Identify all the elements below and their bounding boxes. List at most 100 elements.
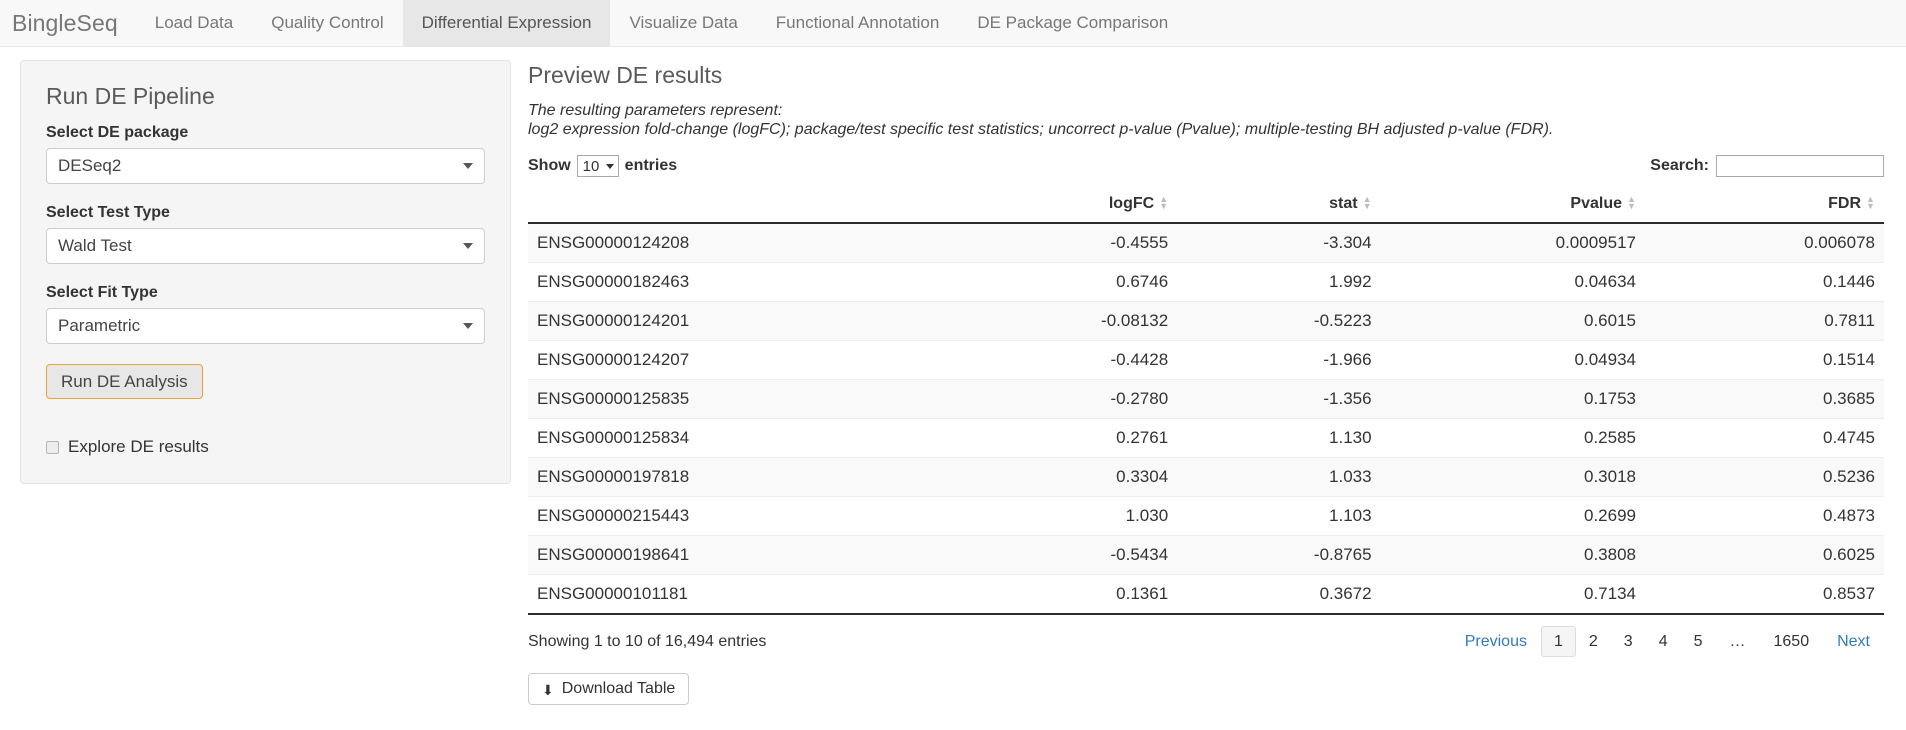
page-length-select[interactable]: 10 bbox=[576, 155, 619, 177]
pagination: Previous 1 2 3 4 5 … 1650 Next bbox=[1451, 626, 1884, 657]
column-header-pvalue[interactable]: Pvalue ▲ ▼ bbox=[1380, 188, 1645, 224]
explore-de-results-row[interactable]: Explore DE results bbox=[46, 437, 485, 457]
chevron-down-icon bbox=[463, 323, 473, 329]
cell-logfc: -0.2780 bbox=[948, 379, 1178, 419]
pagination-page-3[interactable]: 3 bbox=[1611, 626, 1646, 657]
select-fit-type[interactable]: Parametric bbox=[46, 308, 485, 344]
download-table-button[interactable]: ⬇ Download Table bbox=[528, 673, 690, 705]
cell-pvalue: 0.7134 bbox=[1380, 574, 1645, 615]
cell-stat: -0.8765 bbox=[1177, 535, 1381, 575]
search-input[interactable] bbox=[1716, 155, 1884, 177]
label-select-de-package: Select DE package bbox=[46, 124, 189, 141]
sort-icon: ▲ ▼ bbox=[1627, 193, 1636, 211]
table-head: logFC ▲ ▼ stat ▲ ▼ Pvalue ▲ ▼ FDR ▲ ▼ bbox=[528, 188, 1884, 224]
select-test-type[interactable]: Wald Test bbox=[46, 228, 485, 264]
pagination-page-last[interactable]: 1650 bbox=[1760, 626, 1824, 657]
page-length-control: Show 10 entries bbox=[528, 155, 677, 177]
pagination-page-5[interactable]: 5 bbox=[1681, 626, 1716, 657]
pagination-page-1[interactable]: 1 bbox=[1540, 626, 1576, 657]
cell-pvalue: 0.2699 bbox=[1380, 496, 1645, 536]
nav-item-visualize-data[interactable]: Visualize Data bbox=[610, 0, 756, 46]
description-line-2: log2 expression fold-change (logFC); pac… bbox=[528, 121, 1554, 138]
pagination-page-4[interactable]: 4 bbox=[1646, 626, 1681, 657]
column-header-gene[interactable] bbox=[528, 188, 949, 224]
cell-pvalue: 0.3018 bbox=[1380, 457, 1645, 497]
results-description: The resulting parameters represent: log2… bbox=[528, 101, 1884, 139]
select-de-package-value: DESeq2 bbox=[58, 156, 122, 175]
preview-de-results-section: Preview DE results The resulting paramet… bbox=[511, 60, 1906, 705]
cell-logfc: -0.5434 bbox=[948, 535, 1178, 575]
cell-pvalue: 0.6015 bbox=[1380, 301, 1645, 341]
pagination-next[interactable]: Next bbox=[1823, 626, 1884, 657]
table-row[interactable]: ENSG00000198641 -0.5434 -0.8765 0.3808 0… bbox=[528, 535, 1884, 575]
select-test-type-value: Wald Test bbox=[58, 236, 132, 255]
table-info: Showing 1 to 10 of 16,494 entries bbox=[528, 632, 767, 650]
explore-de-results-label: Explore DE results bbox=[68, 437, 209, 456]
cell-fdr: 0.7811 bbox=[1645, 301, 1884, 341]
nav-item-load-data[interactable]: Load Data bbox=[136, 0, 252, 46]
column-header-stat[interactable]: stat ▲ ▼ bbox=[1177, 188, 1381, 224]
panel-title: Run DE Pipeline bbox=[46, 83, 215, 109]
table-row[interactable]: ENSG00000182463 0.6746 1.992 0.04634 0.1… bbox=[528, 262, 1884, 302]
table-row[interactable]: ENSG00000197818 0.3304 1.033 0.3018 0.52… bbox=[528, 457, 1884, 497]
cell-stat: 1.033 bbox=[1177, 457, 1381, 497]
cell-fdr: 0.4745 bbox=[1645, 418, 1884, 458]
cell-gene: ENSG00000197818 bbox=[528, 457, 949, 497]
table-footer: Showing 1 to 10 of 16,494 entries Previo… bbox=[528, 615, 1884, 657]
cell-stat: 1.130 bbox=[1177, 418, 1381, 458]
download-icon: ⬇ bbox=[542, 682, 554, 698]
run-de-pipeline-panel: Run DE Pipeline Select DE package DESeq2… bbox=[20, 60, 511, 484]
cell-logfc: 0.2761 bbox=[948, 418, 1178, 458]
cell-logfc: 0.1361 bbox=[948, 574, 1178, 615]
table-search-control: Search: bbox=[1650, 155, 1884, 177]
cell-fdr: 0.1446 bbox=[1645, 262, 1884, 302]
nav-item-quality-control[interactable]: Quality Control bbox=[252, 0, 402, 46]
cell-logfc: 0.6746 bbox=[948, 262, 1178, 302]
page-body: Run DE Pipeline Select DE package DESeq2… bbox=[0, 47, 1906, 705]
column-header-logfc-label: logFC bbox=[1108, 195, 1155, 212]
table-row[interactable]: ENSG00000124208 -0.4555 -3.304 0.0009517… bbox=[528, 223, 1884, 263]
table-row[interactable]: ENSG00000125835 -0.2780 -1.356 0.1753 0.… bbox=[528, 379, 1884, 419]
cell-fdr: 0.006078 bbox=[1645, 223, 1884, 263]
de-results-table: logFC ▲ ▼ stat ▲ ▼ Pvalue ▲ ▼ FDR ▲ ▼ ENSG000001… bbox=[528, 188, 1884, 615]
column-header-logfc[interactable]: logFC ▲ ▼ bbox=[948, 188, 1178, 224]
explore-de-results-checkbox[interactable] bbox=[46, 440, 59, 454]
top-navbar: BingleSeq Load Data Quality Control Diff… bbox=[0, 0, 1906, 47]
pagination-previous[interactable]: Previous bbox=[1451, 626, 1541, 657]
cell-logfc: -0.4555 bbox=[948, 223, 1178, 263]
nav-item-de-package-comparison[interactable]: DE Package Comparison bbox=[958, 0, 1187, 46]
table-row[interactable]: ENSG00000101181 0.1361 0.3672 0.7134 0.8… bbox=[528, 574, 1884, 615]
cell-gene: ENSG00000124201 bbox=[528, 301, 949, 341]
pagination-page-2[interactable]: 2 bbox=[1576, 626, 1611, 657]
label-select-test-type: Select Test Type bbox=[46, 204, 170, 221]
app-brand[interactable]: BingleSeq bbox=[0, 0, 136, 46]
run-de-analysis-button[interactable]: Run DE Analysis bbox=[46, 364, 203, 399]
table-row[interactable]: ENSG00000125834 0.2761 1.130 0.2585 0.47… bbox=[528, 418, 1884, 458]
page-title: Preview DE results bbox=[528, 62, 723, 88]
table-row[interactable]: ENSG00000124201 -0.08132 -0.5223 0.6015 … bbox=[528, 301, 1884, 341]
table-row[interactable]: ENSG00000215443 1.030 1.103 0.2699 0.487… bbox=[528, 496, 1884, 536]
select-fit-type-value: Parametric bbox=[58, 316, 141, 335]
table-controls: Show 10 entries Search: bbox=[528, 155, 1884, 177]
column-header-fdr[interactable]: FDR ▲ ▼ bbox=[1645, 188, 1884, 224]
column-header-pvalue-label: Pvalue bbox=[1570, 195, 1622, 212]
cell-pvalue: 0.04934 bbox=[1380, 340, 1645, 380]
chevron-down-icon bbox=[605, 164, 614, 169]
cell-gene: ENSG00000124207 bbox=[528, 340, 949, 380]
cell-pvalue: 0.04634 bbox=[1380, 262, 1645, 302]
cell-logfc: -0.4428 bbox=[948, 340, 1178, 380]
nav-item-differential-expression[interactable]: Differential Expression bbox=[402, 0, 611, 46]
description-line-1: The resulting parameters represent: bbox=[528, 102, 783, 119]
cell-pvalue: 0.3808 bbox=[1380, 535, 1645, 575]
show-label: Show bbox=[528, 157, 571, 174]
cell-stat: -3.304 bbox=[1177, 223, 1381, 263]
nav-item-functional-annotation[interactable]: Functional Annotation bbox=[757, 0, 959, 46]
select-de-package[interactable]: DESeq2 bbox=[46, 148, 485, 184]
download-table-label: Download Table bbox=[561, 680, 676, 697]
cell-pvalue: 0.2585 bbox=[1380, 418, 1645, 458]
cell-stat: 0.3672 bbox=[1177, 574, 1381, 615]
nav-tabs: Load Data Quality Control Differential E… bbox=[136, 0, 1187, 46]
table-row[interactable]: ENSG00000124207 -0.4428 -1.966 0.04934 0… bbox=[528, 340, 1884, 380]
cell-fdr: 0.4873 bbox=[1645, 496, 1884, 536]
cell-stat: 1.103 bbox=[1177, 496, 1381, 536]
